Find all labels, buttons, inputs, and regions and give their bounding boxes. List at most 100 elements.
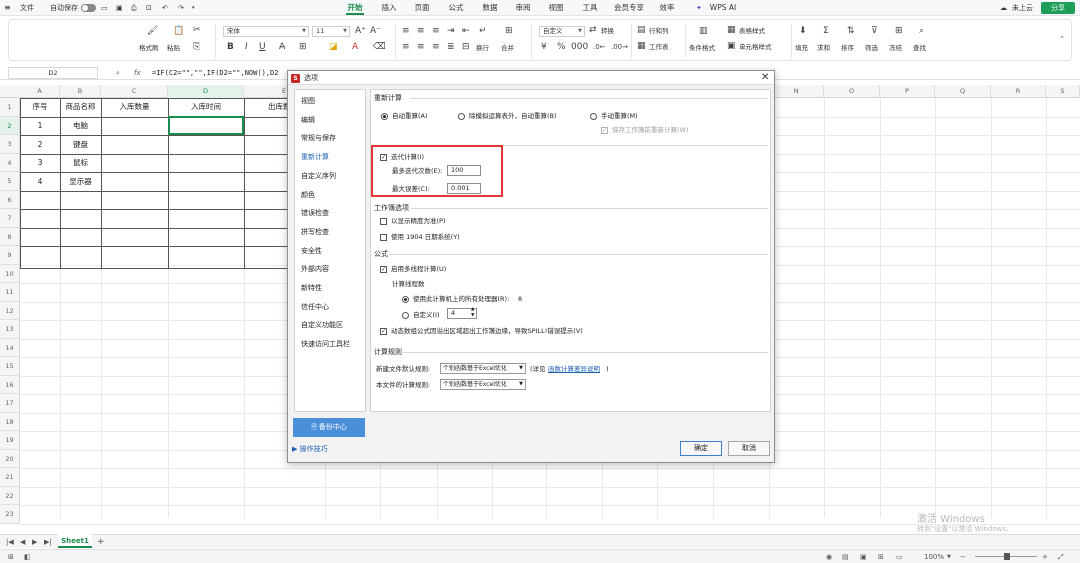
row-header-3[interactable]: 3 <box>0 135 20 154</box>
options-nav-item[interactable]: 颜色 <box>301 190 315 200</box>
conditional-format-icon[interactable]: ▥ <box>699 26 708 37</box>
column-header-d[interactable]: D <box>168 85 244 98</box>
tab-review[interactable]: 审阅 <box>510 0 536 16</box>
column-header-p[interactable]: P <box>880 85 935 98</box>
strikethrough-icon[interactable]: A̶ <box>279 42 285 53</box>
row-header-15[interactable]: 15 <box>0 357 20 376</box>
cell-index[interactable]: 1 <box>20 117 60 135</box>
fullscreen-icon[interactable]: ⤢ <box>1058 550 1064 563</box>
paste-icon[interactable]: 📋 <box>173 26 184 37</box>
undo-icon[interactable]: ↶ <box>162 0 168 16</box>
options-nav-item[interactable]: 拼写检查 <box>301 227 329 237</box>
page-break-icon[interactable]: ⊞ <box>878 550 884 563</box>
tab-formula[interactable]: 公式 <box>443 0 469 16</box>
sort-button[interactable]: 排序 <box>841 44 854 53</box>
menu-icon[interactable]: ≡ <box>4 0 11 16</box>
underline-icon[interactable]: U <box>259 42 266 53</box>
column-header-s[interactable]: S <box>1046 85 1080 98</box>
auto-except-tables-label[interactable]: 除模拟运算表外，自动重算(B) <box>469 112 557 121</box>
more-icon[interactable]: ▾ <box>192 0 195 16</box>
last-sheet-icon[interactable]: ▶| <box>44 535 52 549</box>
fill-icon[interactable]: ⬇ <box>799 26 807 37</box>
wrap-icon[interactable]: ↵ <box>479 26 487 37</box>
function-diff-link[interactable]: 函数计算差异说明 <box>548 365 600 374</box>
header-cell-in-time[interactable]: 入库时间 <box>168 98 244 116</box>
merge-button[interactable]: 合并 <box>501 44 514 53</box>
cell-product[interactable]: 显示器 <box>60 173 101 191</box>
cell-style-button[interactable]: 单元格样式 <box>739 43 772 52</box>
bold-icon[interactable]: B <box>227 42 234 53</box>
next-sheet-icon[interactable]: ▶ <box>32 535 37 549</box>
column-header-c[interactable]: C <box>101 85 168 98</box>
freeze-button[interactable]: 冻结 <box>889 44 902 53</box>
cancel-button[interactable]: 取消 <box>728 441 770 456</box>
fill-button[interactable]: 填充 <box>795 44 808 53</box>
open-icon[interactable]: ▭ <box>101 0 108 16</box>
zoom-in-icon[interactable]: + <box>1042 550 1048 563</box>
ok-button[interactable]: 确定 <box>680 441 722 456</box>
file-menu[interactable]: 文件 <box>20 0 34 16</box>
options-nav-item[interactable]: 错误检查 <box>301 208 329 218</box>
page-layout-icon[interactable]: ▣ <box>860 550 867 563</box>
tab-page[interactable]: 页面 <box>409 0 435 16</box>
zoom-level[interactable]: 100% <box>924 550 944 563</box>
manual-recalc-label[interactable]: 手动重算(M) <box>601 112 638 121</box>
row-header-10[interactable]: 10 <box>0 264 20 283</box>
checkbox-1904[interactable] <box>380 234 387 241</box>
checkbox-spill[interactable]: ✓ <box>380 328 387 335</box>
row-header-4[interactable]: 4 <box>0 153 20 172</box>
preview-icon[interactable]: ⊡ <box>146 0 152 16</box>
tab-view[interactable]: 视图 <box>543 0 569 16</box>
number-format-select[interactable]: 自定义 ▼ <box>539 26 585 37</box>
tab-efficiency[interactable]: 效率 <box>654 0 680 16</box>
percent-icon[interactable]: % <box>557 42 566 53</box>
font-color-icon[interactable]: A <box>352 42 358 53</box>
row-header-12[interactable]: 12 <box>0 301 20 320</box>
checkbox-save-recalc[interactable]: ✓ <box>601 127 608 134</box>
zoom-dropdown-icon[interactable]: ▼ <box>947 550 951 563</box>
distribute-icon[interactable]: ⊟ <box>462 42 470 53</box>
convert-icon[interactable]: ⇄ <box>589 25 597 36</box>
spinner-up-icon[interactable]: ▲ <box>471 307 474 312</box>
align-right-icon[interactable]: ≡ <box>432 42 440 53</box>
filter-icon[interactable]: ⊽ <box>871 26 878 37</box>
manual-threads-label[interactable]: 自定义(I) <box>413 311 440 320</box>
tab-member[interactable]: 会员专享 <box>610 0 648 16</box>
align-bottom-icon[interactable]: ≡ <box>432 26 440 37</box>
add-sheet-button[interactable]: + <box>97 535 105 549</box>
font-grow-icon[interactable]: A⁺ <box>355 26 366 37</box>
share-button[interactable]: 分享 <box>1041 2 1075 14</box>
options-nav-item[interactable]: 常规与保存 <box>301 133 336 143</box>
font-shrink-icon[interactable]: A⁻ <box>370 26 381 37</box>
outdent-icon[interactable]: ⇤ <box>462 26 470 37</box>
increase-decimal-icon[interactable]: .0← <box>593 42 606 53</box>
column-header-r[interactable]: R <box>991 85 1046 98</box>
row-header-18[interactable]: 18 <box>0 412 20 431</box>
row-header-23[interactable]: 23 <box>0 505 20 524</box>
header-cell-index[interactable]: 序号 <box>20 98 60 116</box>
selected-cell[interactable] <box>168 116 244 135</box>
align-left-icon[interactable]: ≡ <box>402 42 410 53</box>
wrap-button[interactable]: 换行 <box>476 44 489 53</box>
table-style-button[interactable]: 表格样式 <box>739 27 765 36</box>
row-header-7[interactable]: 7 <box>0 209 20 228</box>
radio-all-processors[interactable] <box>402 296 409 303</box>
sort-icon[interactable]: ⇅ <box>847 26 855 37</box>
cell-product[interactable]: 键盘 <box>60 136 101 154</box>
formula-input[interactable]: =IF(C2="","",IF(D2="",NOW(),D2 <box>152 66 278 80</box>
row-header-14[interactable]: 14 <box>0 338 20 357</box>
cell-index[interactable]: 2 <box>20 136 60 154</box>
row-header-17[interactable]: 17 <box>0 394 20 413</box>
convert-button[interactable]: 转换 <box>601 27 614 36</box>
options-nav-item[interactable]: 快速访问工具栏 <box>301 339 350 349</box>
options-nav-item[interactable]: 自定义功能区 <box>301 320 343 330</box>
options-nav-item[interactable]: 编辑 <box>301 115 315 125</box>
row-header-5[interactable]: 5 <box>0 172 20 191</box>
radio-auto-recalc[interactable] <box>381 113 388 120</box>
row-header-19[interactable]: 19 <box>0 431 20 450</box>
zoom-formula-icon[interactable]: ⌕ <box>116 66 120 80</box>
all-processors-label[interactable]: 使用此计算机上的所有处理器(R): <box>413 295 509 304</box>
precision-label[interactable]: 以显示精度为准(P) <box>391 217 446 226</box>
close-icon[interactable]: ✕ <box>761 71 769 85</box>
view-eye-icon[interactable]: ◉ <box>826 550 832 563</box>
